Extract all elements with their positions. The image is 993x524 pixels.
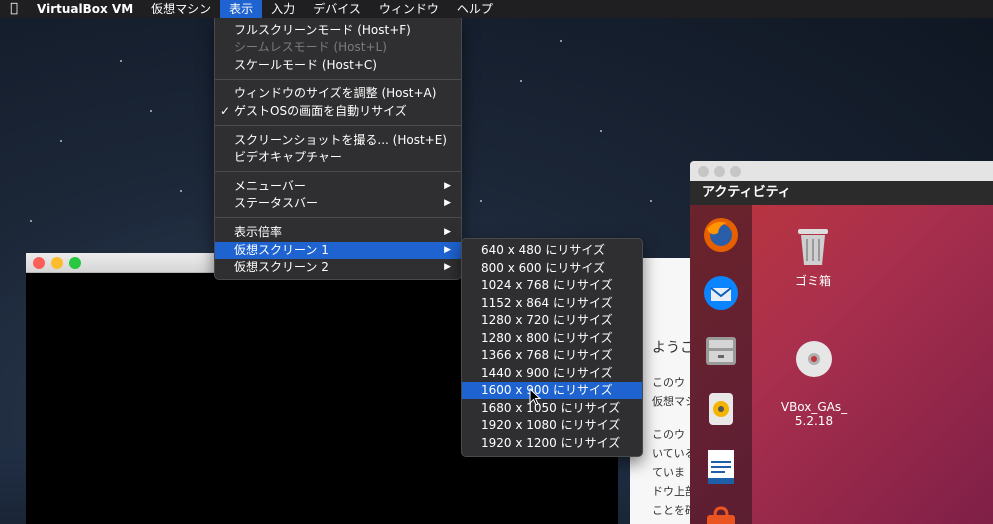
disc-icon xyxy=(774,325,854,382)
menu-view[interactable]: 表示 xyxy=(220,0,263,18)
menu-item-menubar[interactable]: メニューバー ▶ xyxy=(215,178,461,195)
rhythmbox-icon[interactable] xyxy=(701,389,741,429)
resize-option[interactable]: 1280 x 720 にリサイズ xyxy=(462,312,642,329)
ubuntu-guest-window: アクティビティ ゴミ箱 VBox_GAs_ 5.2.18 xyxy=(690,161,993,524)
menu-item-adjust-window[interactable]: ウィンドウのサイズを調整 (Host+A) xyxy=(215,85,461,102)
thunderbird-icon[interactable] xyxy=(701,273,741,313)
files-icon[interactable] xyxy=(701,331,741,371)
menu-separator xyxy=(215,171,461,172)
close-button[interactable] xyxy=(33,256,45,269)
virtual-screen-submenu: 640 x 480 にリサイズ 800 x 600 にリサイズ 1024 x 7… xyxy=(461,238,643,457)
menu-item-video-capture[interactable]: ビデオキャプチャー xyxy=(215,149,461,166)
submenu-arrow-icon: ▶ xyxy=(444,181,451,191)
writer-icon[interactable] xyxy=(701,447,741,487)
menu-item-auto-resize[interactable]: ✓ ゲストOSの画面を自動リサイズ xyxy=(215,103,461,120)
menu-item-screenshot[interactable]: スクリーンショットを撮る... (Host+E) xyxy=(215,132,461,149)
resize-option[interactable]: 1920 x 1080 にリサイズ xyxy=(462,417,642,434)
resize-option[interactable]: 1366 x 768 にリサイズ xyxy=(462,347,642,364)
menu-devices[interactable]: デバイス xyxy=(304,0,370,18)
minimize-button[interactable] xyxy=(714,165,725,177)
mac-menu-bar:  VirtualBox VM 仮想マシン 表示 入力 デバイス ウィンドウ ヘ… xyxy=(0,0,993,18)
resize-option[interactable]: 1680 x 1050 にリサイズ xyxy=(462,400,642,417)
welcome-line: このウ xyxy=(652,376,685,389)
zoom-button[interactable] xyxy=(69,256,81,269)
submenu-arrow-icon: ▶ xyxy=(444,245,451,255)
resize-option[interactable]: 1920 x 1200 にリサイズ xyxy=(462,435,642,452)
menu-separator xyxy=(215,79,461,80)
close-button[interactable] xyxy=(698,165,709,177)
resize-option[interactable]: 1440 x 900 にリサイズ xyxy=(462,365,642,382)
resize-option[interactable]: 640 x 480 にリサイズ xyxy=(462,242,642,259)
trash-label: ゴミ箱 xyxy=(794,274,831,288)
view-menu: フルスクリーンモード (Host+F) シームレスモード (Host+L) スケ… xyxy=(214,18,462,280)
resize-option-highlighted[interactable]: 1600 x 900 にリサイズ xyxy=(462,382,642,399)
menu-item-virtual-screen-1[interactable]: 仮想スクリーン 1 ▶ xyxy=(215,242,461,259)
welcome-line: このウ xyxy=(652,428,685,441)
ubuntu-dock xyxy=(690,205,752,524)
submenu-arrow-icon: ▶ xyxy=(444,198,451,208)
firefox-icon[interactable] xyxy=(701,215,741,255)
menu-window[interactable]: ウィンドウ xyxy=(370,0,448,18)
menu-separator xyxy=(215,125,461,126)
menu-help[interactable]: ヘルプ xyxy=(448,0,502,18)
menu-item-scale-factor[interactable]: 表示倍率 ▶ xyxy=(215,224,461,241)
menu-item-seamless: シームレスモード (Host+L) xyxy=(234,40,387,54)
menu-app-name[interactable]: VirtualBox VM xyxy=(28,0,142,18)
checkmark-icon: ✓ xyxy=(220,104,231,118)
resize-option[interactable]: 800 x 600 にリサイズ xyxy=(462,260,642,277)
welcome-line: ていま xyxy=(652,466,685,479)
apple-logo-icon[interactable]:  xyxy=(0,0,28,18)
desktop-trash[interactable]: ゴミ箱 xyxy=(784,223,842,288)
software-icon[interactable] xyxy=(701,505,741,524)
minimize-button[interactable] xyxy=(51,256,63,269)
zoom-button[interactable] xyxy=(730,165,741,177)
ubuntu-window-titlebar[interactable] xyxy=(690,161,993,181)
resize-option[interactable]: 1024 x 768 にリサイズ xyxy=(462,277,642,294)
menu-input[interactable]: 入力 xyxy=(262,0,304,18)
menu-separator xyxy=(215,217,461,218)
resize-option[interactable]: 1152 x 864 にリサイズ xyxy=(462,295,642,312)
desktop-vbox-disc[interactable]: VBox_GAs_ 5.2.18 xyxy=(774,311,854,428)
disc-label: VBox_GAs_ 5.2.18 xyxy=(780,400,848,428)
menu-item-statusbar[interactable]: ステータスバー ▶ xyxy=(215,195,461,212)
menu-item-scale[interactable]: スケールモード (Host+C) xyxy=(215,57,461,74)
menu-machine[interactable]: 仮想マシン xyxy=(142,0,220,18)
menu-item-fullscreen[interactable]: フルスクリーンモード (Host+F) xyxy=(215,22,461,39)
trash-icon xyxy=(784,223,842,270)
submenu-arrow-icon: ▶ xyxy=(444,262,451,272)
submenu-arrow-icon: ▶ xyxy=(444,227,451,237)
resize-option[interactable]: 1280 x 800 にリサイズ xyxy=(462,330,642,347)
welcome-heading: ようこ xyxy=(652,340,694,356)
menu-item-virtual-screen-2[interactable]: 仮想スクリーン 2 ▶ xyxy=(215,259,461,276)
mouse-cursor-icon xyxy=(529,387,542,410)
activities-button[interactable]: アクティビティ xyxy=(690,181,993,205)
